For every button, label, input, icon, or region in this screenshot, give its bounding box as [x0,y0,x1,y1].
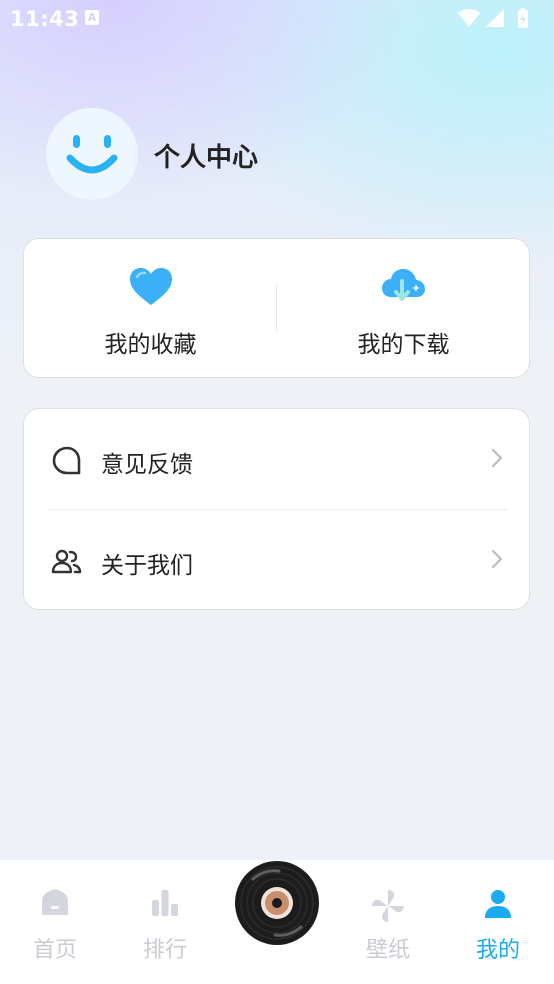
pinwheel-icon [370,888,406,928]
menu-label-feedback: 意见反馈 [101,452,193,478]
chevron-right-icon [491,549,503,573]
home-icon [39,888,71,922]
person-icon [482,888,514,924]
smiley-face-icon [66,135,118,174]
cloud-download-icon [381,267,427,311]
battery-icon [518,8,528,28]
notification-icon: A [85,10,99,25]
nav-label-ranking: 排行 [142,938,187,963]
quick-actions-card: 我的收藏 我的下载 [23,238,530,378]
avatar[interactable] [46,108,138,200]
notification-glyph: A [87,11,97,24]
nav-item-ranking[interactable]: 排行 [110,860,220,984]
heart-icon [129,267,173,311]
page-title: 个人中心 [154,143,259,173]
nav-item-home[interactable]: 首页 [0,860,110,984]
favorites-label: 我的收藏 [104,332,197,358]
nav-item-wallpaper[interactable]: 壁纸 [333,860,443,984]
bar-chart-icon [149,888,181,922]
menu-label-about: 关于我们 [101,553,193,579]
menu-item-about[interactable]: 关于我们 [24,510,529,610]
feedback-chat-icon [51,445,83,481]
wifi-icon [458,9,480,27]
downloads-button[interactable]: 我的下载 [277,239,530,379]
nav-item-mine[interactable]: 我的 [443,860,553,984]
menu-item-feedback[interactable]: 意见反馈 [24,409,529,510]
nav-label-wallpaper: 壁纸 [365,938,410,963]
menu-card: 意见反馈 关于我们 [23,408,530,610]
favorites-button[interactable]: 我的收藏 [24,239,277,379]
downloads-label: 我的下载 [357,332,450,358]
cell-signal-icon [486,9,504,27]
vinyl-disc-icon[interactable] [235,861,319,945]
nav-label-home: 首页 [32,938,77,963]
status-time: 11:43 [10,7,80,31]
status-bar: 11:43 A [0,0,554,38]
nav-label-mine: 我的 [475,938,520,963]
chevron-right-icon [491,448,503,472]
users-icon [51,546,83,582]
status-icons [456,7,546,35]
